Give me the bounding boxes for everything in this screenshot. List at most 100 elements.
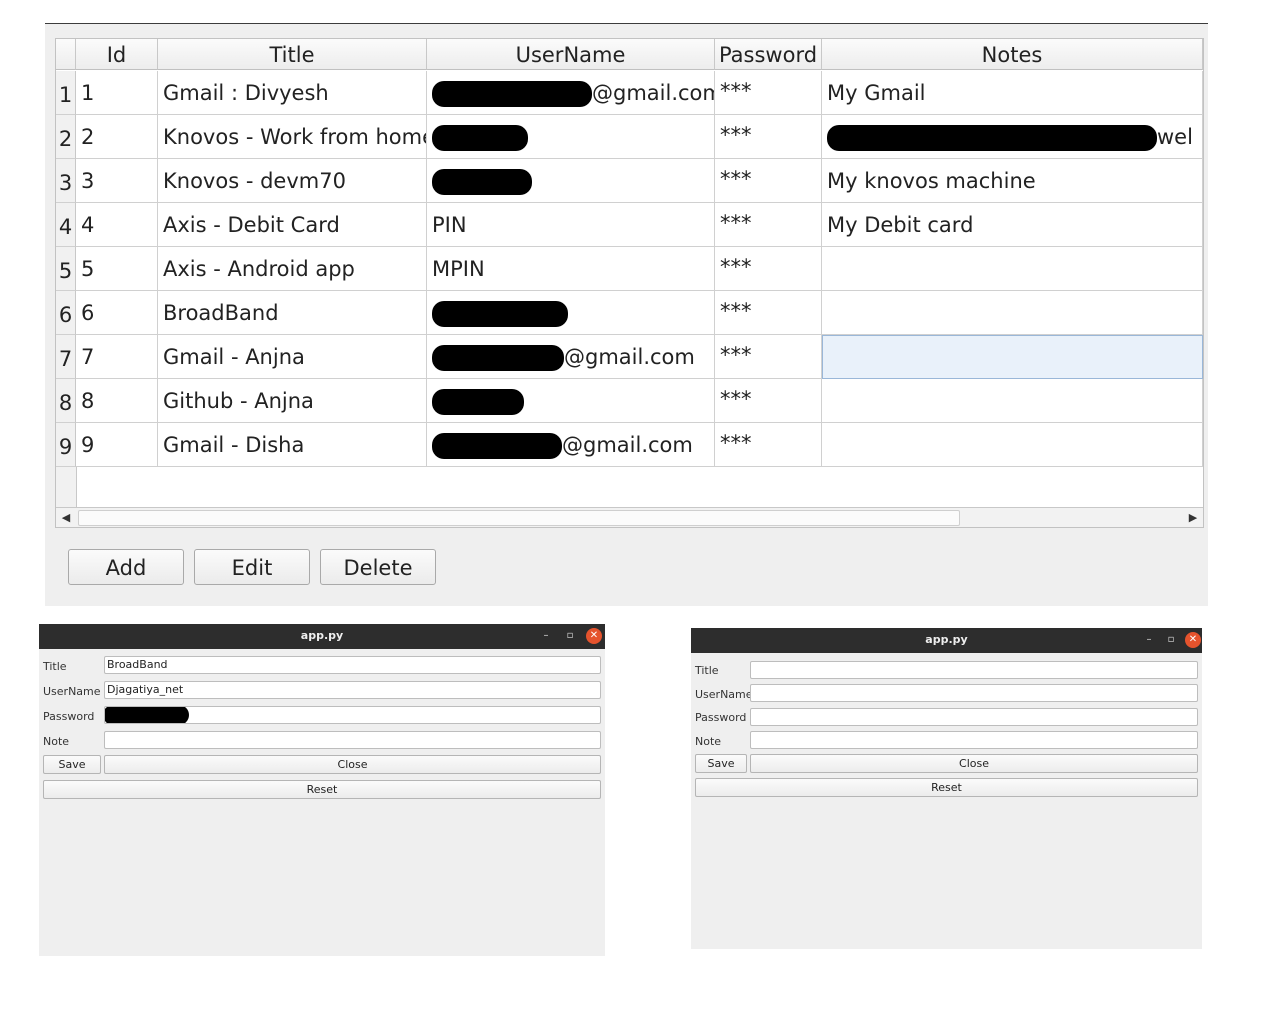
cell-notes[interactable]: My Gmail [822,71,1203,115]
dialog-titlebar[interactable]: app.py [39,624,605,649]
save-button[interactable]: Save [695,754,747,773]
column-header-title[interactable]: Title [158,39,427,70]
title-field[interactable] [750,661,1198,679]
save-button[interactable]: Save [43,755,101,774]
cell-notes[interactable]: My knovos machine [822,159,1203,203]
cell-username[interactable]: PIN [427,203,715,247]
cell-title[interactable]: Gmail - Disha [158,423,427,467]
cell-title[interactable]: Github - Anjna [158,379,427,423]
close-button[interactable]: Close [750,754,1198,773]
cell-notes[interactable]: My Debit card [822,203,1203,247]
cell-id[interactable]: 5 [76,247,158,291]
cell-id[interactable]: 4 [76,203,158,247]
cell-notes[interactable] [822,247,1203,291]
maximize-icon[interactable]: ▫ [1163,632,1179,648]
username-field[interactable] [750,684,1198,702]
cell-id[interactable]: 7 [76,335,158,379]
cell-title[interactable]: BroadBand [158,291,427,335]
cell-password[interactable]: *** [715,247,822,291]
delete-button[interactable]: Delete [320,549,436,585]
add-button[interactable]: Add [68,549,184,585]
cell-password[interactable]: *** [715,159,822,203]
redaction-mark [105,707,189,723]
row-header[interactable]: 1 [56,71,76,115]
row-header[interactable]: 5 [56,247,76,291]
redaction-mark [432,389,524,415]
password-field[interactable] [750,708,1198,726]
cell-id[interactable]: 6 [76,291,158,335]
scrollbar-thumb[interactable] [78,510,960,526]
cell-password[interactable]: *** [715,203,822,247]
scroll-left-icon[interactable]: ◀ [56,508,76,527]
cell-notes[interactable] [822,423,1203,467]
scroll-right-icon[interactable]: ▶ [1183,508,1203,527]
cell-username[interactable] [427,115,715,159]
row-header[interactable]: 6 [56,291,76,335]
row-header[interactable]: 3 [56,159,76,203]
cell-id[interactable]: 2 [76,115,158,159]
cell-username[interactable]: MPIN [427,247,715,291]
column-header-username[interactable]: UserName [427,39,715,70]
title-label: Title [43,660,67,673]
row-header[interactable]: 2 [56,115,76,159]
row-header[interactable]: 8 [56,379,76,423]
note-label: Note [695,735,722,748]
cell-username[interactable]: @gmail.com [427,423,715,467]
edit-button[interactable]: Edit [194,549,310,585]
horizontal-scrollbar[interactable]: ◀ ▶ [56,507,1203,527]
minimize-icon[interactable]: – [1141,632,1157,648]
cell-notes[interactable] [822,379,1203,423]
cell-username[interactable]: @gmail.com [427,71,715,115]
column-header-id[interactable]: Id [76,39,158,70]
close-icon[interactable]: ✕ [586,628,602,644]
close-icon[interactable]: ✕ [1185,632,1201,648]
password-table[interactable]: Id Title UserName Password Notes 1 1 Gmail… [55,38,1204,528]
minimize-icon[interactable]: – [538,628,554,644]
row-header[interactable]: 4 [56,203,76,247]
cell-id[interactable]: 9 [76,423,158,467]
cell-password[interactable]: *** [715,335,822,379]
cell-id[interactable]: 1 [76,71,158,115]
maximize-icon[interactable]: ▫ [562,628,578,644]
cell-username[interactable] [427,379,715,423]
note-field[interactable] [750,731,1198,749]
cell-username[interactable] [427,291,715,335]
redaction-mark [432,169,532,195]
column-header-notes[interactable]: Notes [822,39,1203,70]
cell-title[interactable]: Knovos - devm70 [158,159,427,203]
cell-password[interactable]: *** [715,423,822,467]
reset-button[interactable]: Reset [43,780,601,799]
password-field[interactable] [104,706,601,724]
cell-title[interactable]: Gmail : Divyesh [158,71,427,115]
note-field[interactable] [104,731,601,749]
cell-password[interactable]: *** [715,115,822,159]
corner-button[interactable] [56,39,76,70]
cell-id[interactable]: 3 [76,159,158,203]
cell-notes[interactable] [822,335,1203,379]
cell-title[interactable]: Axis - Android app [158,247,427,291]
reset-button[interactable]: Reset [695,778,1198,797]
main-window: Id Title UserName Password Notes 1 1 Gmail… [45,23,1208,606]
title-field[interactable]: BroadBand [104,656,601,674]
cell-username[interactable] [427,159,715,203]
cell-title[interactable]: Axis - Debit Card [158,203,427,247]
row-header[interactable]: 7 [56,335,76,379]
cell-password[interactable]: *** [715,71,822,115]
cell-username[interactable]: @gmail.com [427,335,715,379]
username-field[interactable]: Djagatiya_net [104,681,601,699]
cell-notes[interactable] [822,291,1203,335]
close-button[interactable]: Close [104,755,601,774]
cell-title[interactable]: Gmail - Anjna [158,335,427,379]
cell-id[interactable]: 8 [76,379,158,423]
redaction-mark [432,125,528,151]
cell-notes[interactable]: wel [822,115,1203,159]
cell-password[interactable]: *** [715,379,822,423]
dialog-titlebar[interactable]: app.py [691,628,1202,653]
column-header-password[interactable]: Password [715,39,822,70]
redaction-mark [432,433,562,459]
cell-title[interactable]: Knovos - Work from home [158,115,427,159]
cell-text: @gmail.com [562,433,693,457]
redaction-mark [827,125,1157,151]
row-header[interactable]: 9 [56,423,76,467]
cell-password[interactable]: *** [715,291,822,335]
